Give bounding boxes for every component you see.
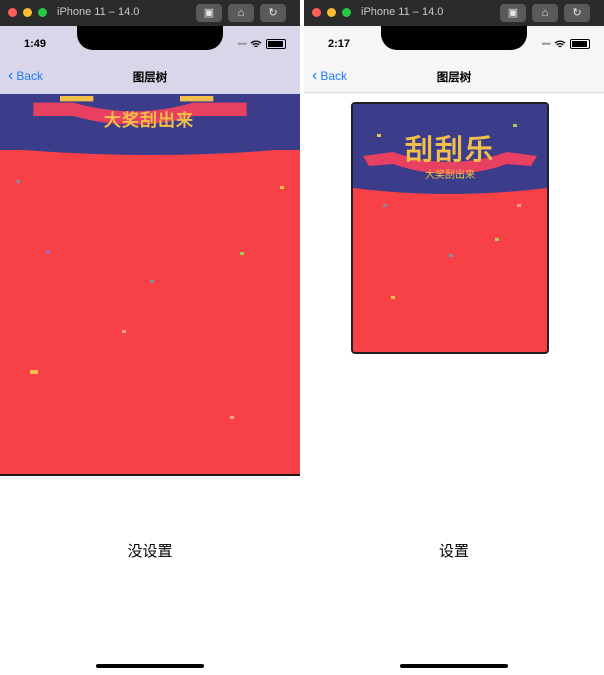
signal-icon: •••• bbox=[237, 39, 247, 49]
confetti bbox=[280, 186, 284, 189]
confetti bbox=[150, 280, 154, 283]
status-icons: •••• bbox=[237, 39, 286, 49]
screenshot-icon[interactable]: ▣ bbox=[500, 4, 526, 22]
notch bbox=[381, 26, 527, 50]
confetti bbox=[122, 330, 126, 333]
scratch-card-image: 大奖刮出来 bbox=[0, 94, 300, 474]
navigation-bar: ‹ Back 图层树 bbox=[304, 62, 604, 92]
simulator-left: iPhone 11 – 14.0 ▣ ⌂ ↻ 1:49 •••• ‹ Back … bbox=[0, 0, 300, 675]
close-window-button[interactable] bbox=[8, 8, 17, 17]
rotate-icon[interactable]: ↻ bbox=[564, 4, 590, 22]
caption-label: 没设置 bbox=[127, 543, 173, 560]
simulator-right: iPhone 11 – 14.0 ▣ ⌂ ↻ 2:17 •••• ‹ Back … bbox=[304, 0, 604, 675]
confetti bbox=[30, 370, 38, 374]
home-icon[interactable]: ⌂ bbox=[532, 4, 558, 22]
home-icon[interactable]: ⌂ bbox=[228, 4, 254, 22]
nav-title: 图层树 bbox=[436, 72, 472, 84]
wifi-icon bbox=[554, 39, 566, 47]
banner-title: 刮刮乐 bbox=[404, 134, 495, 165]
confetti bbox=[383, 204, 387, 207]
signal-icon: •••• bbox=[541, 39, 551, 49]
zoom-window-button[interactable] bbox=[342, 8, 351, 17]
image-bottom-border bbox=[0, 474, 300, 476]
nav-title: 图层树 bbox=[132, 72, 168, 84]
battery-icon bbox=[266, 39, 286, 49]
confetti bbox=[513, 124, 517, 127]
simulator-titlebar: iPhone 11 – 14.0 ▣ ⌂ ↻ bbox=[0, 0, 300, 26]
navigation-bar: ‹ Back 图层树 bbox=[0, 62, 300, 92]
scratch-card-image: 刮刮乐 大奖刮出来 bbox=[351, 102, 549, 354]
status-icons: •••• bbox=[541, 39, 590, 49]
window-controls bbox=[312, 8, 351, 17]
confetti bbox=[230, 416, 234, 419]
zoom-window-button[interactable] bbox=[38, 8, 47, 17]
confetti bbox=[449, 254, 453, 257]
simulator-titlebar: iPhone 11 – 14.0 ▣ ⌂ ↻ bbox=[304, 0, 604, 26]
screenshot-icon[interactable]: ▣ bbox=[196, 4, 222, 22]
confetti bbox=[391, 296, 395, 299]
confetti bbox=[15, 179, 21, 184]
minimize-window-button[interactable] bbox=[327, 8, 336, 17]
home-indicator[interactable] bbox=[400, 664, 508, 668]
confetti bbox=[240, 252, 244, 255]
wifi-icon bbox=[250, 39, 262, 47]
nav-divider bbox=[304, 92, 604, 93]
battery-icon bbox=[570, 39, 590, 49]
banner-subtitle: 大奖刮出来 bbox=[425, 170, 475, 181]
rotate-icon[interactable]: ↻ bbox=[260, 4, 286, 22]
status-time: 1:49 bbox=[24, 38, 47, 50]
confetti bbox=[46, 250, 50, 253]
status-time: 2:17 bbox=[328, 38, 351, 50]
confetti bbox=[517, 204, 521, 207]
minimize-window-button[interactable] bbox=[23, 8, 32, 17]
confetti bbox=[495, 238, 499, 241]
notch bbox=[77, 26, 223, 50]
window-controls bbox=[8, 8, 47, 17]
window-title: iPhone 11 – 14.0 bbox=[361, 6, 444, 18]
banner-edge bbox=[0, 144, 300, 155]
caption-label: 设置 bbox=[438, 543, 469, 560]
banner-subtitle: 大奖刮出来 bbox=[104, 111, 194, 130]
window-title: iPhone 11 – 14.0 bbox=[57, 6, 140, 18]
home-indicator[interactable] bbox=[96, 664, 204, 668]
close-window-button[interactable] bbox=[312, 8, 321, 17]
confetti bbox=[377, 134, 381, 137]
